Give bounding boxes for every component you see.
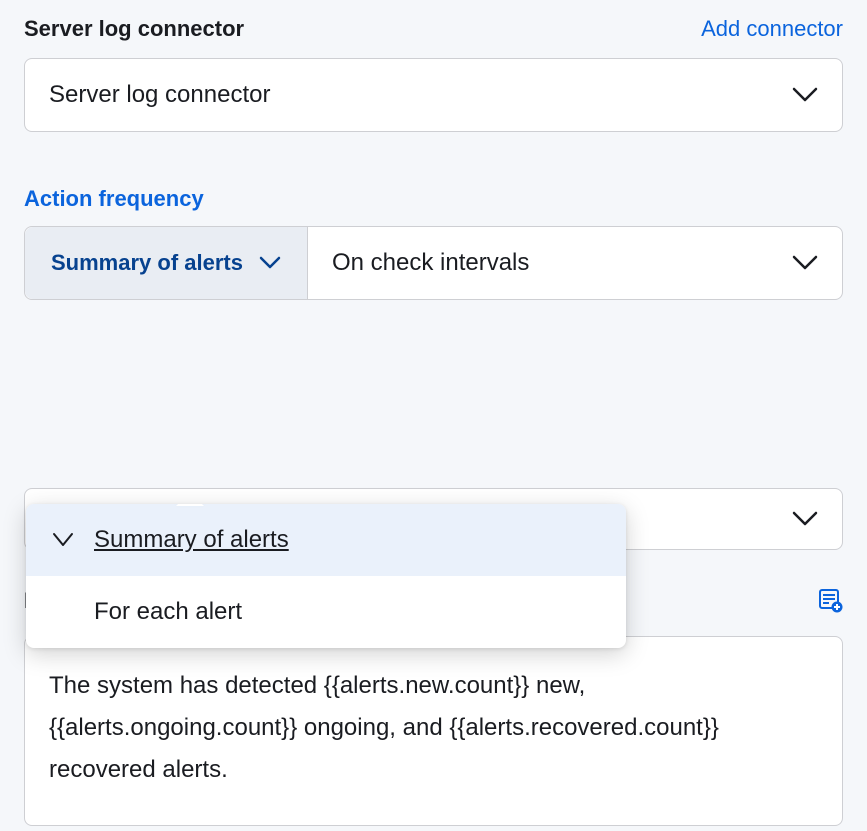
chevron-down-icon (792, 255, 818, 271)
chevron-down-icon (792, 87, 818, 103)
frequency-interval-value: On check intervals (332, 249, 529, 277)
frequency-mode-button[interactable]: Summary of alerts (25, 227, 308, 299)
chevron-down-icon (792, 511, 818, 527)
chevron-down-icon (259, 256, 281, 270)
frequency-option-each-label: For each alert (94, 598, 242, 626)
action-frequency-label: Action frequency (24, 186, 843, 212)
frequency-interval-select[interactable]: On check intervals (308, 227, 842, 299)
message-textarea[interactable] (24, 636, 843, 826)
frequency-option-summary[interactable]: Summary of alerts (26, 504, 626, 576)
check-icon (50, 532, 76, 548)
connector-select[interactable]: Server log connector (24, 58, 843, 132)
connector-selected-value: Server log connector (49, 81, 270, 109)
add-variable-icon[interactable] (819, 589, 843, 613)
frequency-option-summary-label: Summary of alerts (94, 526, 289, 554)
action-frequency-row: Summary of alerts On check intervals (24, 226, 843, 300)
connector-label: Server log connector (24, 16, 244, 42)
frequency-option-each[interactable]: For each alert (26, 576, 626, 648)
add-connector-link[interactable]: Add connector (701, 16, 843, 42)
frequency-mode-text: Summary of alerts (51, 250, 243, 276)
frequency-mode-popover: Summary of alerts For each alert (26, 504, 626, 648)
